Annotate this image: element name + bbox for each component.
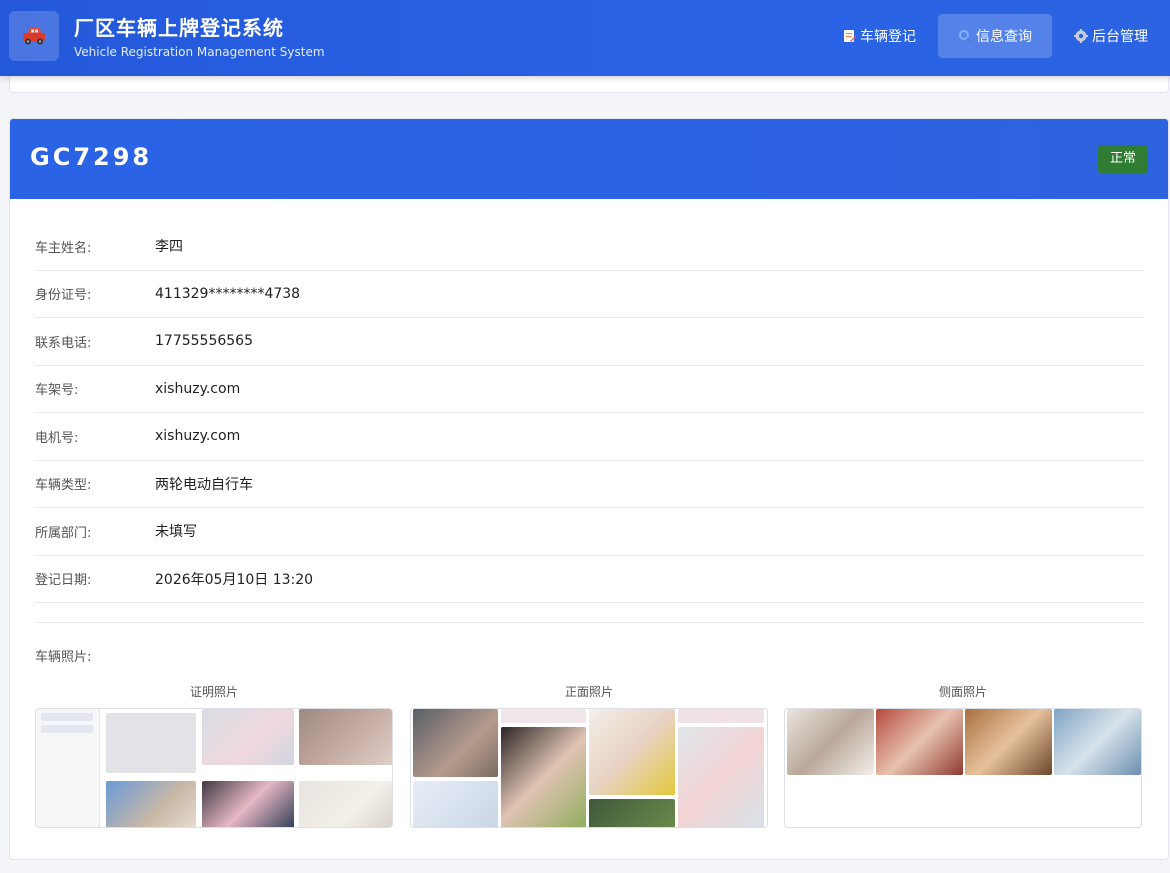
- detail-row: 车辆类型: 两轮电动自行车: [35, 461, 1143, 508]
- field-label: 车架号:: [35, 383, 79, 399]
- car-icon: [23, 28, 45, 45]
- search-icon: [959, 30, 972, 43]
- field-value: 17755556565: [155, 333, 253, 350]
- field-label: 身份证号:: [35, 288, 92, 304]
- detail-row: 车主姓名: 李四: [35, 223, 1143, 271]
- photos-label: 车辆照片:: [35, 650, 92, 665]
- photo-caption: 正面照片: [564, 685, 613, 699]
- field-value: 411329********4738: [155, 285, 301, 302]
- detail-row: 电机号: xishuzy.com: [35, 413, 1143, 461]
- register-icon: [844, 30, 856, 42]
- gear-icon: [1074, 29, 1088, 43]
- logo: [9, 11, 59, 61]
- detail-row: 联系电话: 17755556565: [35, 318, 1143, 366]
- photo-proof: 证明照片: [35, 683, 393, 828]
- field-value: 未填写: [155, 524, 197, 541]
- main-nav: 车辆登记 信息查询 后台管理: [828, 14, 1170, 58]
- photo-caption: 证明照片: [189, 685, 238, 699]
- field-value: xishuzy.com: [155, 428, 241, 445]
- nav-label: 后台管理: [1092, 29, 1148, 45]
- plate-number: GC7298: [30, 143, 153, 171]
- status-badge: 正常: [1097, 145, 1148, 173]
- detail-row: 登记日期: 2026年05月10日 13:20: [35, 556, 1143, 603]
- top-header: 厂区车辆上牌登记系统 Vehicle Registration Manageme…: [0, 0, 1170, 76]
- field-label: 车辆类型:: [35, 478, 92, 494]
- detail-row: 所属部门: 未填写: [35, 508, 1143, 556]
- detail-list: 车主姓名: 李四 身份证号: 411329********4738 联系电话: …: [35, 223, 1143, 603]
- photo-proof-image[interactable]: [35, 708, 393, 828]
- nav-label: 信息查询: [976, 29, 1032, 45]
- photo-front: 正面照片: [410, 683, 768, 828]
- field-label: 电机号:: [35, 430, 79, 446]
- nav-vehicle-register[interactable]: 车辆登记: [828, 14, 930, 58]
- app-title: 厂区车辆上牌登记系统: [74, 16, 284, 40]
- field-value: 两轮电动自行车: [155, 476, 253, 493]
- field-label: 车主姓名:: [35, 240, 92, 256]
- photo-front-image[interactable]: [410, 708, 768, 828]
- nav-info-query[interactable]: 信息查询: [938, 14, 1052, 58]
- field-value: 李四: [155, 239, 183, 256]
- nav-admin[interactable]: 后台管理: [1060, 14, 1162, 58]
- field-value: 2026年05月10日 13:20: [155, 571, 314, 588]
- photo-side-image[interactable]: [784, 708, 1142, 828]
- app-subtitle: Vehicle Registration Management System: [74, 45, 325, 59]
- card-header: GC7298 正常: [10, 119, 1168, 199]
- photo-caption: 侧面照片: [938, 685, 987, 699]
- vehicle-card: GC7298 正常 车主姓名: 李四 身份证号: 411329********4…: [9, 118, 1169, 860]
- field-label: 所属部门:: [35, 525, 92, 541]
- nav-label: 车辆登记: [860, 29, 916, 45]
- photo-side: 侧面照片: [784, 683, 1142, 828]
- detail-row: 车架号: xishuzy.com: [35, 366, 1143, 413]
- field-label: 登记日期:: [35, 573, 92, 589]
- detail-row: 身份证号: 411329********4738: [35, 271, 1143, 318]
- field-value: xishuzy.com: [155, 380, 241, 397]
- field-label: 联系电话:: [35, 335, 92, 351]
- divider: [35, 622, 1143, 623]
